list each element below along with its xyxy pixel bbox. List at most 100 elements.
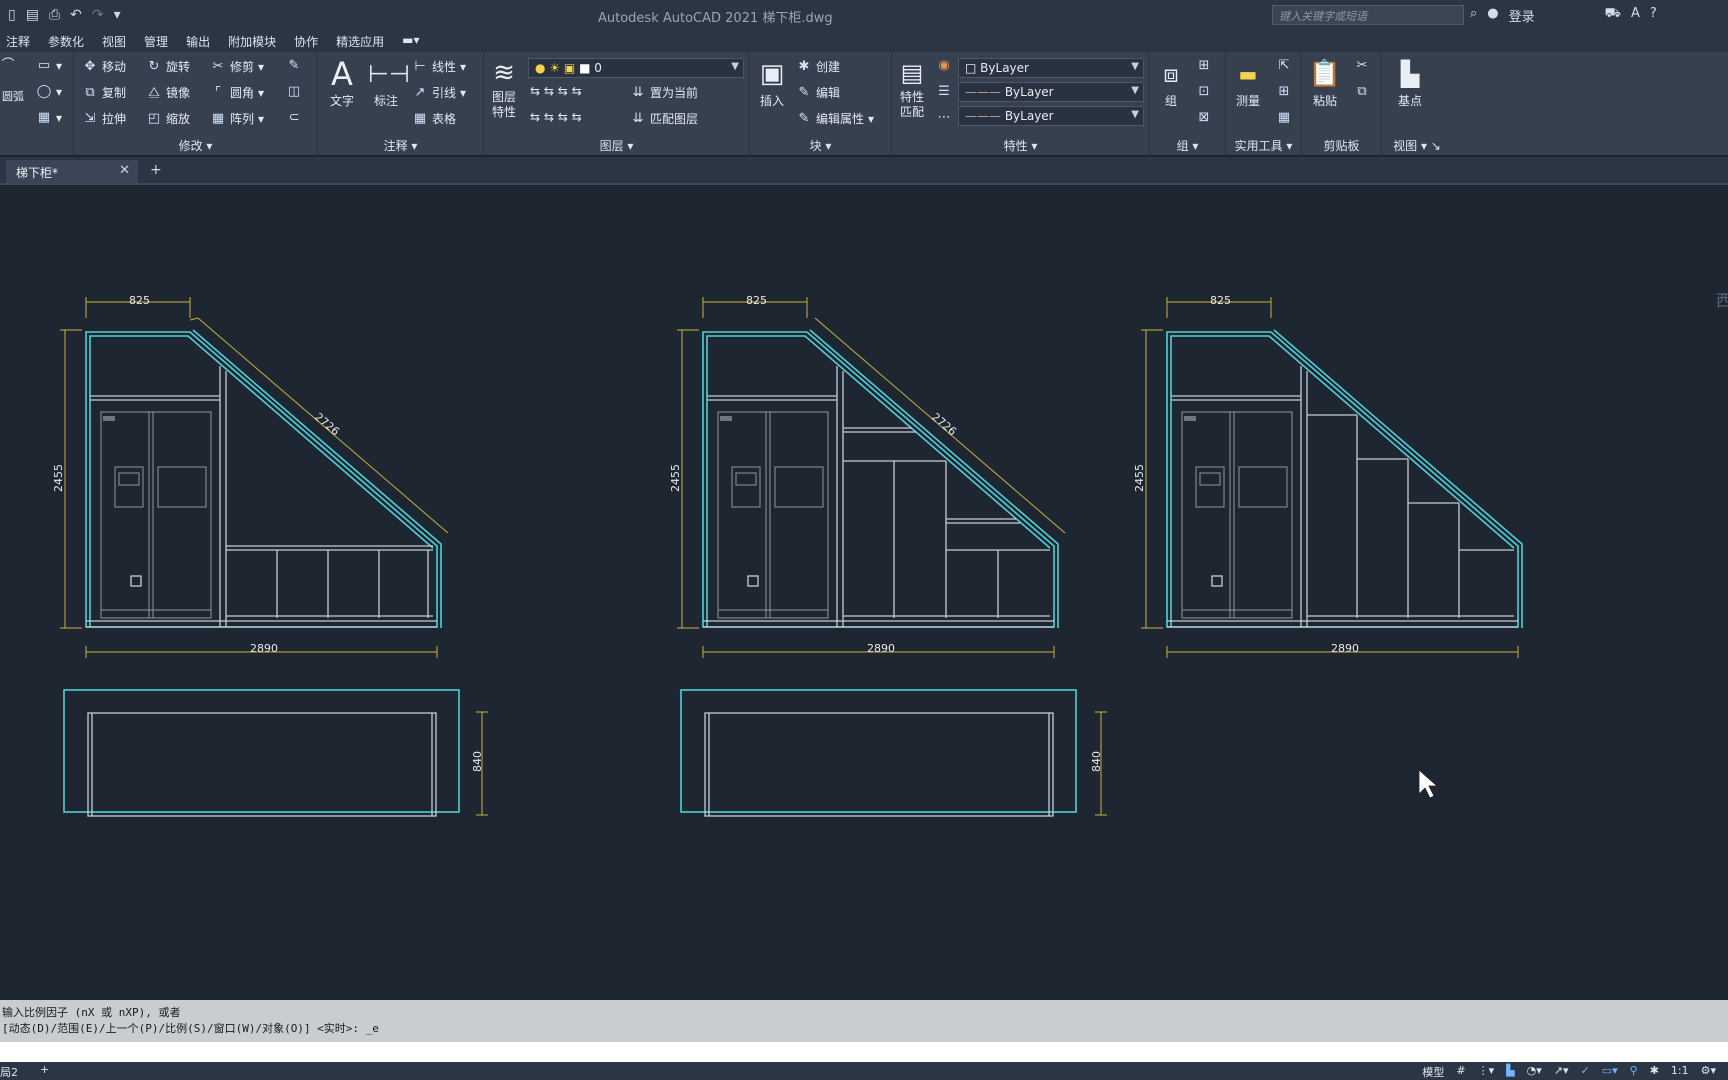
new-tab-icon[interactable]: + — [150, 162, 162, 178]
tab-document[interactable]: 梯下柜* ✕ — [6, 160, 138, 184]
elevation-view-3[interactable]: 825 2455 2890 — [1133, 294, 1523, 658]
otrack-icon[interactable]: ✓ — [1580, 1064, 1589, 1080]
edit-attributes-button[interactable]: ✎ 编辑属性 ▾ — [796, 110, 875, 127]
fillet-button[interactable]: ⌜ 圆角 ▾ — [210, 84, 264, 101]
selection-cycling-icon[interactable]: ▭▾ — [1602, 1064, 1618, 1080]
undo-icon[interactable]: ↶ — [70, 7, 82, 23]
lineweight-icon[interactable]: ☰ — [936, 84, 952, 100]
view-panel-title[interactable]: 视图 ▾ ↘ — [1382, 137, 1452, 154]
annotation-panel-title[interactable]: 注释 ▾ — [318, 137, 483, 154]
layers-panel-title[interactable]: 图层 ▾ — [484, 137, 749, 154]
leader-button[interactable]: ↗ 引线 ▾ — [412, 84, 467, 101]
polar-icon[interactable]: ◔▾ — [1527, 1064, 1542, 1080]
add-layout-icon[interactable]: + — [40, 1063, 49, 1076]
print-icon[interactable]: ⎙ — [49, 7, 60, 23]
osnap-icon[interactable]: ↗▾ — [1554, 1064, 1569, 1080]
linetype-icon[interactable]: ⋯ — [936, 110, 952, 126]
layer-dropdown[interactable]: ● ☀ ▣ ■ 0 ▼ — [528, 58, 744, 78]
help-icon[interactable]: ? — [1650, 6, 1657, 25]
command-input[interactable] — [0, 1042, 1728, 1062]
group-button[interactable]: ⧈ 组 — [1154, 56, 1188, 109]
layer-properties-button[interactable]: ≋ 图层 特性 — [486, 56, 522, 120]
stretch-button[interactable]: ⇲ 拉伸 — [82, 110, 126, 127]
model-space-button[interactable]: 模型 — [1422, 1064, 1444, 1080]
tab-featured-apps[interactable]: 精选应用 — [330, 30, 396, 52]
annotation-visibility-icon[interactable]: ⚲ — [1630, 1064, 1638, 1080]
linetype-dropdown[interactable]: ——— ByLayer ▼ — [958, 106, 1144, 126]
create-block-button[interactable]: ✱ 创建 — [796, 58, 840, 75]
tab-manage[interactable]: 管理 — [138, 30, 180, 52]
offset-icon[interactable]: ⊂ — [286, 110, 302, 126]
color-wheel-icon[interactable]: ◉ — [936, 58, 952, 74]
new-file-icon[interactable]: ▯ — [8, 7, 16, 23]
tab-addins[interactable]: 附加模块 — [222, 30, 288, 52]
set-current-button[interactable]: ⇊ 置为当前 — [630, 84, 698, 101]
snap-icon[interactable]: ⋮▾ — [1478, 1064, 1495, 1080]
explode-icon[interactable]: ◫ — [286, 84, 302, 100]
plan-view-2[interactable]: 840 — [680, 689, 1107, 817]
arc-icon[interactable]: ⌒ — [0, 58, 16, 74]
open-file-icon[interactable]: ▤ — [26, 7, 39, 23]
select-similar-icon[interactable]: ⇱ — [1276, 58, 1292, 74]
annotation-scale-icon[interactable]: ✱ — [1650, 1064, 1659, 1080]
close-icon[interactable]: ✕ — [119, 163, 130, 178]
autodesk-icon[interactable]: A — [1631, 6, 1640, 25]
dimension-button[interactable]: ⊢⊣ 标注 — [368, 56, 410, 109]
drawing-svg[interactable]: .cy { stroke: #4fd0d6; stroke-width: 1.6… — [0, 187, 1728, 1000]
tab-output[interactable]: 输出 — [180, 30, 222, 52]
paste-button[interactable]: 📋 粘贴 — [1306, 56, 1344, 109]
modify-panel-title[interactable]: 修改 ▾ — [74, 137, 317, 154]
properties-panel-title[interactable]: 特性 ▾ — [892, 137, 1149, 154]
erase-icon[interactable]: ✎ — [286, 58, 302, 74]
hatch-icon[interactable]: ▦ ▾ — [36, 110, 62, 126]
tab-parametric[interactable]: 参数化 — [42, 30, 96, 52]
search-input[interactable]: 键入关键字或短语 — [1272, 5, 1464, 25]
ribbon-toggle-icon[interactable]: ▬▾ — [396, 30, 431, 52]
elevation-view-2[interactable]: 825 2455 2890 2726 — [669, 294, 1066, 658]
cart-icon[interactable]: ⛟ — [1605, 6, 1621, 25]
group-select-icon[interactable]: ⊠ — [1196, 110, 1212, 126]
login-button[interactable]: 登录 — [1509, 6, 1535, 25]
calculator-icon[interactable]: ▦ — [1276, 110, 1292, 126]
match-properties-button[interactable]: ▤ 特性 匹配 — [894, 56, 930, 120]
layer-tools-row2[interactable]: ⇆ ⇆ ⇆ ⇆ — [530, 110, 582, 124]
groups-panel-title[interactable]: 组 ▾ — [1150, 137, 1225, 154]
quick-select-icon[interactable]: ⊞ — [1276, 84, 1292, 100]
layer-tools-row1[interactable]: ⇆ ⇆ ⇆ ⇆ — [530, 84, 582, 98]
grid-icon[interactable]: # — [1456, 1064, 1465, 1080]
table-button[interactable]: ▦ 表格 — [412, 110, 456, 127]
arc-label[interactable]: 圆弧 — [2, 88, 24, 104]
command-line[interactable]: 输入比例因子 (nX 或 nXP), 或者 [动态(D)/范围(E)/上一个(P… — [0, 1000, 1728, 1042]
color-dropdown[interactable]: □ ByLayer ▼ — [958, 58, 1144, 78]
tab-collaborate[interactable]: 协作 — [288, 30, 330, 52]
cut-icon[interactable]: ✂ — [1354, 58, 1370, 74]
basepoint-button[interactable]: ▙ 基点 — [1388, 56, 1432, 109]
dropdown-icon[interactable]: ▾ — [114, 7, 121, 23]
trim-button[interactable]: ✂ 修剪 ▾ — [210, 58, 265, 75]
lineweight-dropdown[interactable]: ——— ByLayer ▼ — [958, 82, 1144, 102]
linear-dim-button[interactable]: ⊢ 线性 ▾ — [412, 58, 466, 75]
drawing-canvas[interactable]: .cy { stroke: #4fd0d6; stroke-width: 1.6… — [0, 187, 1728, 1000]
mirror-button[interactable]: ⧋ 镜像 — [146, 84, 190, 101]
clipboard-panel-title[interactable]: 剪贴板 — [1302, 137, 1381, 154]
copy-clip-icon[interactable]: ⧉ — [1354, 84, 1370, 100]
utilities-panel-title[interactable]: 实用工具 ▾ — [1226, 137, 1301, 154]
edit-block-button[interactable]: ✎ 编辑 — [796, 84, 840, 101]
annotation-scale-value[interactable]: 1:1 — [1671, 1064, 1689, 1080]
settings-gear-icon[interactable]: ⚙▾ — [1701, 1064, 1716, 1080]
tab-view[interactable]: 视图 — [96, 30, 138, 52]
ortho-icon[interactable]: ▙ — [1506, 1064, 1514, 1080]
match-layer-button[interactable]: ⇊ 匹配图层 — [630, 110, 698, 127]
group-edit-icon[interactable]: ⊡ — [1196, 84, 1212, 100]
plan-view-1[interactable]: 840 — [63, 689, 488, 817]
layout-tab[interactable]: 局2 — [0, 1064, 18, 1080]
rotate-button[interactable]: ↻ 旋转 — [146, 58, 190, 75]
search-icon[interactable]: ⌕ — [1470, 6, 1477, 25]
text-button[interactable]: A 文字 — [324, 56, 360, 109]
copy-button[interactable]: ⧉ 复制 — [82, 84, 126, 101]
ellipse-icon[interactable]: ◯ ▾ — [36, 84, 62, 100]
measure-button[interactable]: ▬ 测量 — [1228, 56, 1268, 109]
redo-icon[interactable]: ↷ — [92, 7, 104, 23]
insert-button[interactable]: ▣ 插入 — [752, 56, 792, 109]
tab-annotate[interactable]: 注释 — [0, 30, 42, 52]
